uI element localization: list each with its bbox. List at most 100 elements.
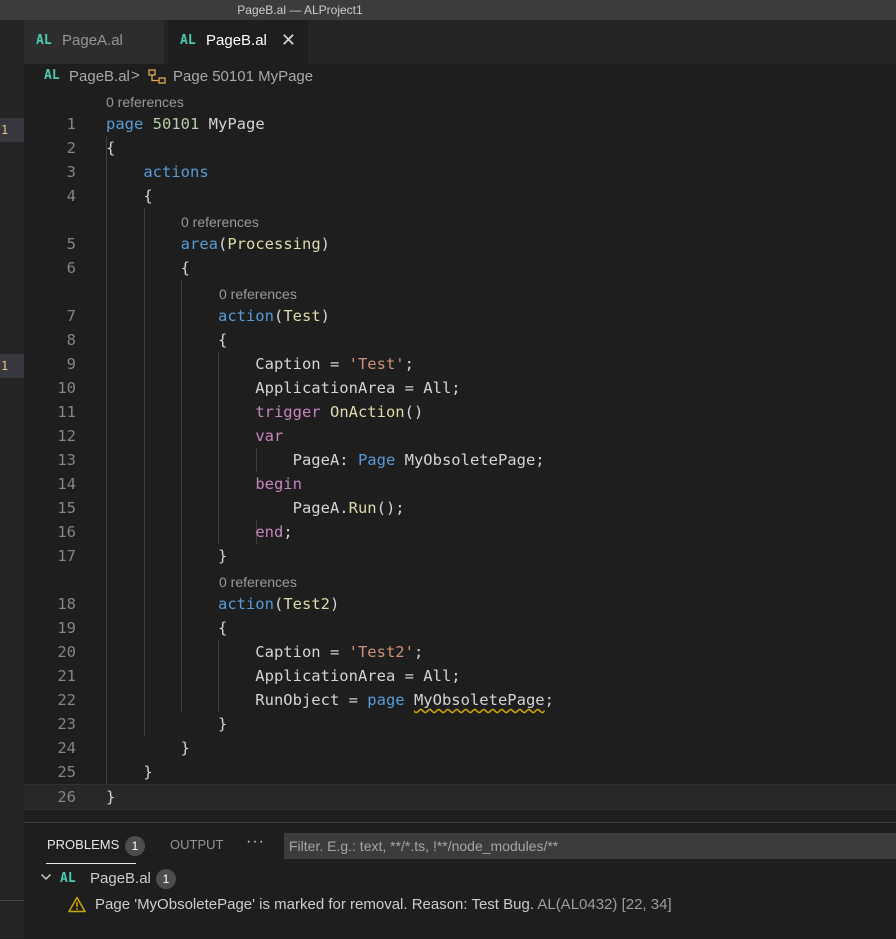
code-line[interactable]: 22 RunObject = page MyObsoletePage; xyxy=(24,688,896,712)
chevron-down-icon[interactable] xyxy=(40,867,52,891)
code-line[interactable]: 21 ApplicationArea = All; xyxy=(24,664,896,688)
window-title: PageB.al — ALProject1 xyxy=(237,3,363,17)
problem-file-count-badge: 1 xyxy=(156,869,176,889)
code-text: actions xyxy=(143,163,209,181)
tab-label: PageA.al xyxy=(62,32,123,49)
code-text: { xyxy=(106,139,116,157)
more-actions-icon[interactable]: ··· xyxy=(246,833,265,851)
codelens-references[interactable]: 0 references xyxy=(219,571,297,593)
problem-group-row[interactable]: AL PageB.al 1 xyxy=(24,867,896,891)
al-file-icon: AL xyxy=(36,33,52,48)
line-number: 23 xyxy=(57,715,76,733)
code-line[interactable]: 1 page 50101 MyPage xyxy=(24,112,896,136)
code-text: } xyxy=(106,715,228,733)
line-number: 21 xyxy=(57,667,76,685)
code-line[interactable]: 26} xyxy=(24,784,896,810)
problems-panel: PROBLEMS 1 OUTPUT ··· Filter. E.g.: text… xyxy=(24,822,896,939)
code-text: PageA: Page MyObsoletePage; xyxy=(106,451,545,469)
gutter-warning-marker[interactable]: 1 xyxy=(0,118,24,142)
line-number: 2 xyxy=(66,139,76,157)
line-number: 20 xyxy=(57,643,76,661)
code-text: begin xyxy=(255,475,302,493)
code-line[interactable]: 20 Caption = 'Test2'; xyxy=(24,640,896,664)
title-bar: PageB.al — ALProject1 xyxy=(0,0,896,20)
code-line[interactable]: 4 { xyxy=(24,184,896,208)
code-line[interactable]: 7 action(Test) xyxy=(24,304,896,328)
code-line[interactable]: 10 ApplicationArea = All; xyxy=(24,376,896,400)
code-text: { xyxy=(106,187,153,205)
codelens-references[interactable]: 0 references xyxy=(106,91,184,113)
code-line[interactable]: 13 PageA: Page MyObsoletePage; xyxy=(24,448,896,472)
gutter-warning-marker[interactable]: 1 xyxy=(0,354,24,378)
code-line[interactable]: 19 { xyxy=(24,616,896,640)
line-number: 26 xyxy=(57,788,76,806)
code-text: Caption = 'Test'; xyxy=(106,355,414,373)
code-line[interactable]: 24 } xyxy=(24,736,896,760)
line-number: 17 xyxy=(57,547,76,565)
code-line[interactable]: 15 PageA.Run(); xyxy=(24,496,896,520)
code-line[interactable]: 17 } xyxy=(24,544,896,568)
al-file-icon: AL xyxy=(44,68,60,83)
code-text: RunObject = page MyObsoletePage; xyxy=(106,691,554,709)
code-text: PageA.Run(); xyxy=(106,499,405,517)
line-number: 15 xyxy=(57,499,76,517)
line-number: 11 xyxy=(57,403,76,421)
tab-problems[interactable]: PROBLEMS xyxy=(47,837,119,852)
problem-source: AL(AL0432) xyxy=(537,896,618,913)
tab-pagea[interactable]: AL PageA.al xyxy=(24,20,164,64)
code-text: action(Test2) xyxy=(217,595,340,613)
breadcrumb-symbol[interactable]: Page 50101 MyPage xyxy=(173,68,313,85)
code-line[interactable]: 11 trigger OnAction() xyxy=(24,400,896,424)
line-number: 13 xyxy=(57,451,76,469)
code-line[interactable]: 18 action(Test2) xyxy=(24,592,896,616)
code-editor[interactable]: 0 references 0 references 0 references 0… xyxy=(24,90,896,820)
code-line[interactable]: 12 var xyxy=(24,424,896,448)
close-icon[interactable]: ✕ xyxy=(281,30,296,51)
breadcrumb-separator: > xyxy=(131,67,140,84)
al-file-icon: AL xyxy=(60,871,76,886)
problem-file-name: PageB.al xyxy=(90,870,151,887)
breadcrumb-file[interactable]: PageB.al xyxy=(69,68,130,85)
code-text: ApplicationArea = All; xyxy=(106,379,461,397)
problems-filter-input[interactable]: Filter. E.g.: text, **/*.ts, !**/node_mo… xyxy=(284,833,896,859)
problem-location: [22, 34] xyxy=(621,896,672,913)
active-tab-indicator xyxy=(46,863,136,864)
line-number: 19 xyxy=(57,619,76,637)
al-file-icon: AL xyxy=(180,33,196,48)
problems-count-badge: 1 xyxy=(125,836,145,856)
tab-output[interactable]: OUTPUT xyxy=(170,837,223,852)
line-number: 6 xyxy=(66,259,76,277)
line-number: 7 xyxy=(66,307,76,325)
code-text: } xyxy=(106,547,228,565)
code-text: } xyxy=(106,763,153,781)
code-text: trigger OnAction() xyxy=(255,403,424,421)
breadcrumb: AL PageB.al > Page 50101 MyPage xyxy=(24,64,896,90)
code-line[interactable]: 2{ xyxy=(24,136,896,160)
tab-pageb[interactable]: AL PageB.al ✕ xyxy=(168,20,308,64)
line-number: 12 xyxy=(57,427,76,445)
code-text: action(Test) xyxy=(217,307,330,325)
code-line[interactable]: 9 Caption = 'Test'; xyxy=(24,352,896,376)
line-number: 8 xyxy=(66,331,76,349)
code-line[interactable]: 16 end; xyxy=(24,520,896,544)
code-line[interactable]: 5 area(Processing) xyxy=(24,232,896,256)
line-number: 5 xyxy=(66,235,76,253)
code-line[interactable]: 14 begin xyxy=(24,472,896,496)
code-line[interactable]: 3 actions xyxy=(24,160,896,184)
tab-label: PageB.al xyxy=(206,32,267,49)
line-number: 3 xyxy=(66,163,76,181)
code-line[interactable]: 8 { xyxy=(24,328,896,352)
line-number: 18 xyxy=(57,595,76,613)
code-text: page 50101 MyPage xyxy=(106,115,265,133)
line-number: 25 xyxy=(57,763,76,781)
code-text: end; xyxy=(255,523,293,541)
code-line[interactable]: 6 { xyxy=(24,256,896,280)
codelens-references[interactable]: 0 references xyxy=(181,211,259,233)
problem-item[interactable]: Page 'MyObsoletePage' is marked for remo… xyxy=(24,893,896,917)
code-line[interactable]: 23 } xyxy=(24,712,896,736)
code-line[interactable]: 25 } xyxy=(24,760,896,784)
codelens-references[interactable]: 0 references xyxy=(219,283,297,305)
code-text: area(Processing) xyxy=(180,235,330,253)
code-text: { xyxy=(106,619,228,637)
editor-tab-bar: AL PageA.al AL PageB.al ✕ xyxy=(24,20,896,64)
